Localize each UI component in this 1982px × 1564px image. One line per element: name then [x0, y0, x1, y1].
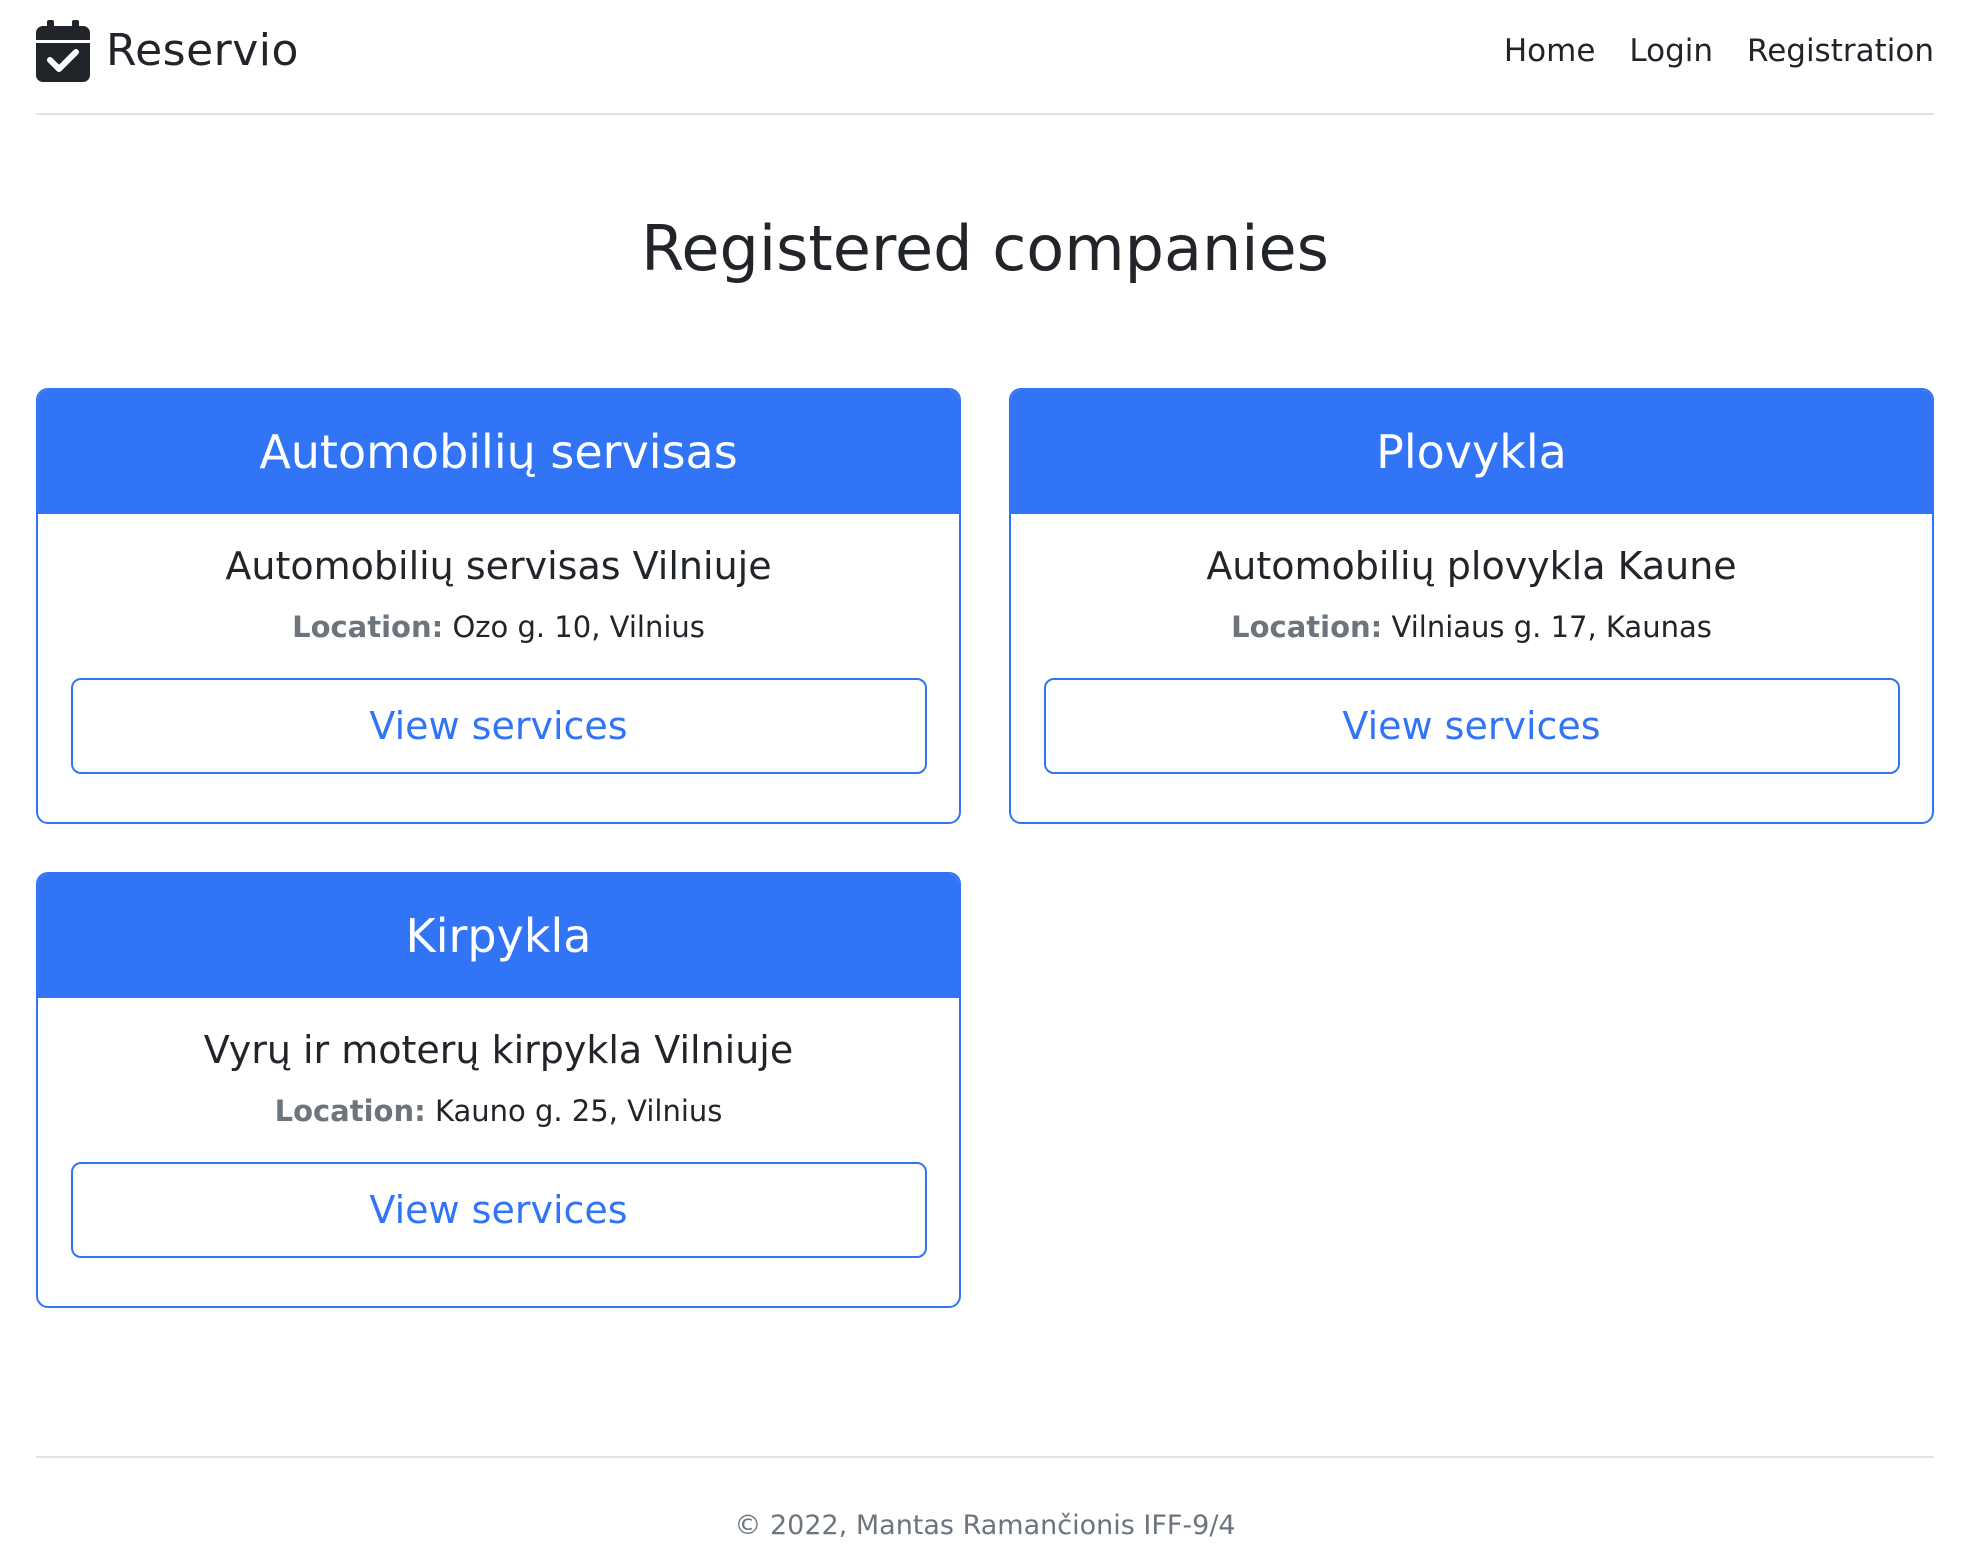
company-name: Automobilių servisas Vilniuje [225, 544, 772, 588]
nav-home-link[interactable]: Home [1504, 33, 1596, 69]
view-services-button[interactable]: View services [1043, 678, 1900, 774]
company-card: Kirpykla Vyrų ir moterų kirpykla Vilniuj… [36, 872, 961, 1308]
view-services-button[interactable]: View services [70, 678, 927, 774]
company-category: Kirpykla [38, 874, 959, 998]
footer-copyright: © 2022, Mantas Ramančionis IFF-9/4 [734, 1510, 1236, 1541]
location-value: Ozo g. 10, Vilnius [452, 610, 705, 644]
brand-link[interactable]: Reservio [36, 19, 299, 82]
location-label: Location: [292, 610, 444, 644]
company-card: Plovykla Automobilių plovykla Kaune Loca… [1009, 388, 1934, 824]
company-location: Location: Ozo g. 10, Vilnius [292, 610, 705, 644]
location-label: Location: [1231, 610, 1383, 644]
company-card-body: Vyrų ir moterų kirpykla Vilniuje Locatio… [38, 998, 959, 1306]
site-header: Reservio Home Login Registration [36, 0, 1934, 115]
company-card-body: Automobilių plovykla Kaune Location: Vil… [1011, 514, 1932, 822]
nav-login-link[interactable]: Login [1629, 33, 1713, 69]
location-value: Kauno g. 25, Vilnius [434, 1094, 723, 1128]
company-category: Plovykla [1011, 390, 1932, 514]
company-name: Automobilių plovykla Kaune [1206, 544, 1737, 588]
company-location: Location: Kauno g. 25, Vilnius [275, 1094, 723, 1128]
view-services-button[interactable]: View services [70, 1162, 927, 1258]
brand-name: Reservio [106, 25, 299, 76]
company-name: Vyrų ir moterų kirpykla Vilniuje [203, 1028, 794, 1072]
page: Reservio Home Login Registration Registe… [36, 0, 1934, 1541]
company-card: Automobilių servisas Automobilių servisa… [36, 388, 961, 824]
company-card-body: Automobilių servisas Vilniuje Location: … [38, 514, 959, 822]
company-category: Automobilių servisas [38, 390, 959, 514]
calendar-check-icon [36, 19, 90, 82]
location-value: Vilniaus g. 17, Kaunas [1391, 610, 1712, 644]
company-location: Location: Vilniaus g. 17, Kaunas [1231, 610, 1712, 644]
nav-registration-link[interactable]: Registration [1747, 33, 1934, 69]
main-nav: Home Login Registration [1504, 33, 1934, 69]
company-cards: Automobilių servisas Automobilių servisa… [36, 388, 1934, 1308]
page-title: Registered companies [641, 212, 1329, 285]
location-label: Location: [274, 1094, 426, 1128]
footer-divider [36, 1456, 1934, 1458]
